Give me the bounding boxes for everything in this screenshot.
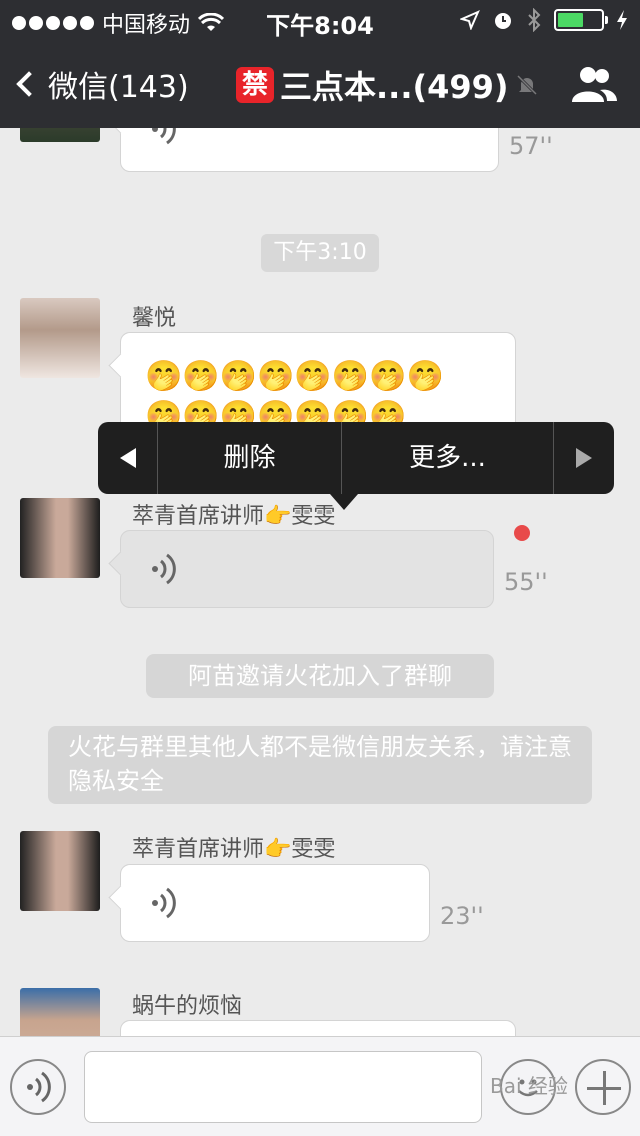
mute-bell-icon [516, 74, 537, 96]
sender-name: 蜗牛的烦恼 [132, 994, 243, 1019]
charging-icon [617, 10, 627, 30]
bluetooth-icon [528, 8, 541, 32]
voice-duration: 55'' [504, 568, 548, 596]
chat-title: 禁 三点本...(499) [236, 62, 539, 108]
delete-menu-item[interactable]: 删除 [158, 422, 342, 494]
add-attachment-button[interactable] [575, 1059, 631, 1115]
emoji-row: 🤭🤭🤭🤭🤭🤭🤭🤭 [145, 359, 444, 394]
watermark: Bai 经验 [490, 1074, 568, 1098]
navigation-bar: 微信(143) 禁 三点本...(499) [0, 40, 640, 128]
more-menu-item[interactable]: 更多... [342, 422, 554, 494]
back-label: 微信(143) [48, 70, 189, 105]
voice-wave-icon [152, 553, 176, 585]
menu-pointer [330, 494, 358, 510]
sender-name: 萃青首席讲师👉雯雯 [132, 837, 336, 862]
avatar[interactable] [20, 128, 100, 142]
voice-wave-icon [152, 887, 176, 919]
sender-name: 馨悦 [132, 306, 177, 331]
message-input[interactable] [84, 1051, 482, 1123]
voice-message-bubble[interactable] [120, 530, 494, 608]
voice-duration: 57'' [509, 132, 553, 160]
voice-message-bubble[interactable] [120, 864, 430, 942]
chat-messages[interactable]: 57'' 下午3:10 馨悦 🤭🤭🤭🤭🤭🤭🤭🤭 🤭🤭🤭🤭🤭🤭🤭 萃青首席讲师👉雯… [0, 128, 640, 1036]
voice-message-bubble[interactable] [120, 128, 499, 172]
alarm-icon [495, 13, 511, 29]
message-bubble[interactable] [120, 1020, 516, 1036]
system-message: 火花与群里其他人都不是微信朋友关系，请注意隐私安全 [48, 726, 592, 804]
group-members-icon[interactable] [570, 64, 618, 104]
voice-input-button[interactable] [10, 1059, 66, 1115]
system-message: 阿苗邀请火花加入了群聊 [146, 654, 494, 698]
chevron-left-icon [16, 71, 42, 97]
avatar[interactable] [20, 988, 100, 1036]
context-menu: 删除 更多... [98, 422, 614, 510]
avatar[interactable] [20, 498, 100, 578]
status-icons [460, 8, 628, 32]
avatar[interactable] [20, 831, 100, 911]
forbid-badge-icon: 禁 [236, 67, 274, 103]
time-divider: 下午3:10 [261, 234, 379, 272]
voice-wave-icon [152, 128, 176, 145]
voice-wave-icon [27, 1071, 51, 1103]
menu-next-arrow-icon[interactable] [554, 422, 614, 494]
unread-dot [514, 525, 530, 541]
sender-name: 萃青首席讲师👉雯雯 [132, 504, 336, 529]
battery-icon [554, 9, 608, 31]
voice-duration: 23'' [440, 902, 484, 930]
avatar[interactable] [20, 298, 100, 378]
status-bar: 中国移动 下午8:04 [0, 0, 640, 40]
back-button[interactable]: 微信(143) [16, 62, 189, 106]
menu-prev-arrow-icon[interactable] [98, 422, 158, 494]
top-bar: 中国移动 下午8:04 微信(143) 禁 三点本...(499) [0, 0, 640, 128]
location-arrow-icon [460, 10, 480, 30]
group-name: 三点本...(499) [280, 68, 509, 106]
